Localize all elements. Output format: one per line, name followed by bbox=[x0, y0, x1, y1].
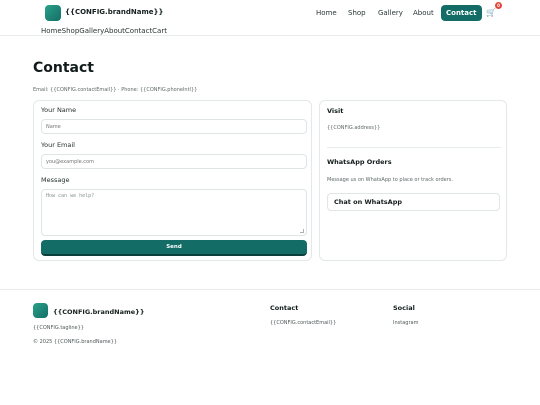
name-label: Your Name bbox=[41, 106, 77, 114]
page-title: Contact bbox=[33, 60, 94, 76]
secondary-nav: HomeShopGalleryAboutContactCart bbox=[41, 27, 167, 35]
brand-name[interactable]: {{CONFIG.brandName}} bbox=[65, 8, 163, 16]
name-input[interactable] bbox=[41, 119, 307, 134]
contact-info-line: Email: {{CONFIG.contactEmail}} · Phone: … bbox=[33, 87, 198, 93]
message-placeholder: How can we help? bbox=[46, 193, 95, 199]
subnav-cart[interactable]: Cart bbox=[152, 27, 167, 35]
whatsapp-chat-button[interactable]: Chat on WhatsApp bbox=[327, 193, 500, 211]
footer-instagram-link[interactable]: Instagram bbox=[393, 320, 418, 326]
resize-handle-icon[interactable] bbox=[300, 229, 304, 233]
brand-logo[interactable] bbox=[45, 5, 61, 21]
email-label: Your Email bbox=[41, 141, 75, 149]
subnav-gallery[interactable]: Gallery bbox=[79, 27, 104, 35]
message-textarea[interactable]: How can we help? bbox=[41, 189, 307, 236]
contact-sidebar: Visit {{CONFIG.address}} WhatsApp Orders… bbox=[319, 100, 507, 261]
whatsapp-text: Message us on WhatsApp to place or track… bbox=[327, 177, 453, 183]
address-text: {{CONFIG.address}} bbox=[327, 125, 381, 131]
subnav-contact[interactable]: Contact bbox=[125, 27, 152, 35]
whatsapp-heading: WhatsApp Orders bbox=[327, 158, 392, 166]
send-button[interactable]: Send bbox=[41, 240, 307, 256]
footer-tagline: {{CONFIG.tagline}} bbox=[33, 325, 84, 331]
footer-contact-email[interactable]: {{CONFIG.contactEmail}} bbox=[270, 320, 336, 326]
nav-gallery[interactable]: Gallery bbox=[378, 5, 403, 21]
footer-logo bbox=[33, 303, 48, 318]
nav-about[interactable]: About bbox=[413, 5, 434, 21]
message-label: Message bbox=[41, 176, 70, 184]
subnav-home[interactable]: Home bbox=[41, 27, 62, 35]
footer-brand: {{CONFIG.brandName}} bbox=[53, 308, 145, 316]
contact-form: Your Name Your Email Message How can we … bbox=[33, 100, 312, 261]
divider bbox=[327, 147, 501, 148]
footer-contact-heading: Contact bbox=[270, 304, 299, 312]
cart-icon[interactable]: 🛒 bbox=[486, 8, 496, 17]
nav-home[interactable]: Home bbox=[316, 5, 337, 21]
nav-contact[interactable]: Contact bbox=[441, 5, 482, 21]
nav-shop[interactable]: Shop bbox=[348, 5, 366, 21]
subnav-about[interactable]: About bbox=[104, 27, 125, 35]
cart-count-badge: 0 bbox=[495, 2, 502, 9]
visit-heading: Visit bbox=[327, 107, 344, 115]
email-input[interactable] bbox=[41, 154, 307, 169]
footer-social-heading: Social bbox=[393, 304, 415, 312]
site-footer: {{CONFIG.brandName}} {{CONFIG.tagline}} … bbox=[0, 289, 540, 405]
subnav-shop[interactable]: Shop bbox=[62, 27, 80, 35]
footer-copyright: © 2025 {{CONFIG.brandName}} bbox=[33, 339, 117, 345]
